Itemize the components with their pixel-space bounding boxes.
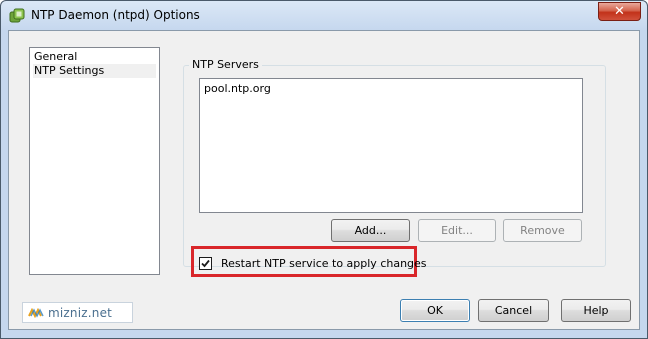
vsphere-app-icon (9, 8, 25, 24)
dialog-window: NTP Daemon (ntpd) Options ✕ General NTP … (0, 0, 648, 339)
restart-service-checkbox[interactable] (199, 256, 212, 270)
dialog-body: General NTP Settings NTP Servers pool.nt… (8, 30, 640, 330)
mizniz-logo: mizniz.net (22, 302, 133, 323)
checkmark-icon (201, 259, 210, 267)
ntp-servers-group-label: NTP Servers (189, 58, 262, 71)
close-icon: ✕ (614, 4, 625, 19)
cancel-button[interactable]: Cancel (478, 299, 549, 322)
edit-server-button[interactable]: Edit... (418, 219, 496, 242)
close-button[interactable]: ✕ (598, 2, 641, 21)
options-nav-list[interactable]: General NTP Settings (29, 47, 160, 275)
nav-item-general[interactable]: General (33, 50, 156, 64)
ok-button[interactable]: OK (400, 299, 470, 322)
remove-server-button[interactable]: Remove (503, 219, 582, 242)
restart-service-label[interactable]: Restart NTP service to apply changes (221, 257, 427, 270)
title-bar[interactable]: NTP Daemon (ntpd) Options ✕ (1, 1, 647, 31)
mizniz-logo-icon (28, 307, 44, 318)
help-button[interactable]: Help (561, 299, 631, 322)
add-server-button[interactable]: Add... (331, 219, 410, 242)
ntp-servers-list[interactable]: pool.ntp.org (199, 78, 583, 213)
list-item[interactable]: pool.ntp.org (204, 82, 578, 96)
nav-item-ntp-settings[interactable]: NTP Settings (33, 64, 156, 78)
restart-service-option[interactable]: Restart NTP service to apply changes (199, 256, 427, 270)
window-title: NTP Daemon (ntpd) Options (31, 8, 200, 22)
logo-text: mizniz.net (48, 305, 113, 320)
